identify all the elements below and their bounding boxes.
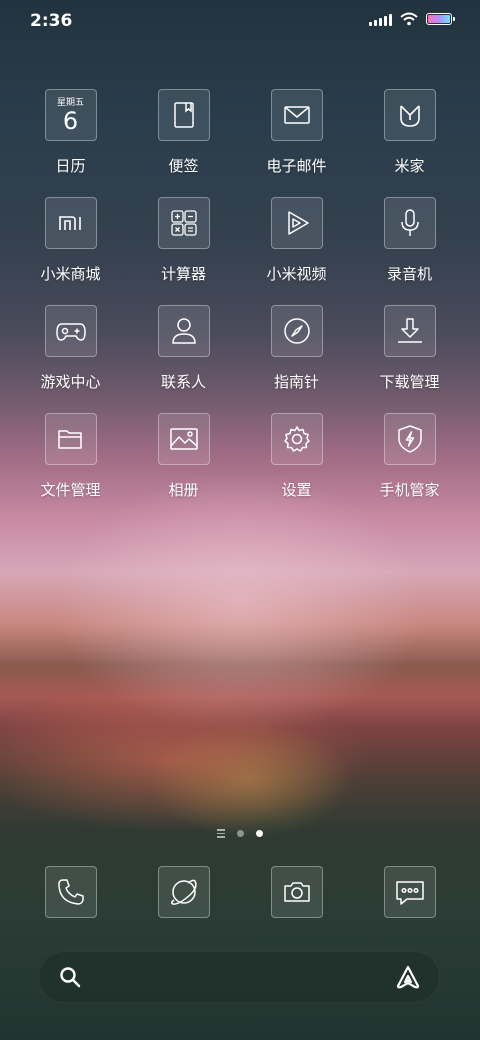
app-label: 游戏中心 — [40, 373, 101, 391]
contact-person-icon — [157, 305, 210, 357]
app-security[interactable]: 手机管家 — [353, 413, 466, 499]
app-file-manager[interactable]: 文件管理 — [14, 413, 127, 499]
calendar-day: 6 — [62, 106, 79, 135]
calendar-weekday: 星期五 — [56, 97, 84, 108]
app-mijia[interactable]: 米家 — [353, 89, 466, 175]
app-label: 小米视频 — [266, 265, 327, 283]
battery-fill — [428, 15, 450, 23]
shield-bolt-icon — [383, 413, 436, 465]
search-icon[interactable] — [58, 965, 82, 989]
app-label: 录音机 — [386, 265, 432, 283]
mi-store-icon — [44, 197, 97, 249]
app-label: 电子邮件 — [266, 157, 327, 175]
app-label: 指南针 — [273, 373, 319, 391]
app-label: 相册 — [168, 481, 199, 499]
status-bar: 2:36 — [0, 0, 480, 44]
signal-icon — [369, 12, 392, 26]
wifi-icon — [400, 12, 418, 26]
dock-browser[interactable] — [127, 866, 240, 918]
app-recorder[interactable]: 录音机 — [353, 197, 466, 283]
app-label: 手机管家 — [379, 481, 440, 499]
download-icon — [383, 305, 436, 357]
app-email[interactable]: 电子邮件 — [240, 89, 353, 175]
app-label: 联系人 — [160, 373, 206, 391]
gear-icon — [270, 413, 323, 465]
app-label: 设置 — [281, 481, 312, 499]
dock-phone[interactable] — [14, 866, 127, 918]
microphone-icon — [383, 197, 436, 249]
dock-messages[interactable] — [353, 866, 466, 918]
app-label: 便签 — [168, 157, 199, 175]
page-dot-2[interactable] — [256, 829, 263, 837]
app-gallery[interactable]: 相册 — [127, 413, 240, 499]
dock — [14, 866, 466, 918]
status-icons — [369, 12, 455, 26]
app-label: 小米商城 — [40, 265, 101, 283]
gallery-icon — [157, 413, 210, 465]
message-icon — [383, 866, 436, 918]
assistant-icon[interactable] — [394, 963, 422, 991]
app-label: 下载管理 — [379, 373, 440, 391]
app-downloads[interactable]: 下载管理 — [353, 305, 466, 391]
search-bar[interactable] — [38, 951, 440, 1003]
camera-icon — [270, 866, 323, 918]
gamepad-icon — [44, 305, 97, 357]
app-label: 计算器 — [160, 265, 206, 283]
app-compass[interactable]: 指南针 — [240, 305, 353, 391]
page-dot-1[interactable] — [237, 829, 244, 837]
browser-planet-icon — [157, 866, 210, 918]
video-play-icon — [270, 197, 323, 249]
clock: 2:36 — [30, 11, 73, 31]
app-label: 米家 — [394, 157, 425, 175]
app-contacts[interactable]: 联系人 — [127, 305, 240, 391]
app-mi-video[interactable]: 小米视频 — [240, 197, 353, 283]
app-game-center[interactable]: 游戏中心 — [14, 305, 127, 391]
calculator-icon — [157, 197, 210, 249]
folder-icon — [44, 413, 97, 465]
compass-icon — [270, 305, 323, 357]
notes-icon — [157, 89, 210, 141]
app-label: 文件管理 — [40, 481, 101, 499]
list-page-icon[interactable] — [217, 829, 225, 838]
app-grid: 星期五 6 日历 便签 电子邮件 米家 小米商城 计算器 小米视频 录音机 游戏… — [14, 89, 466, 499]
app-calendar[interactable]: 星期五 6 日历 — [14, 89, 127, 175]
phone-icon — [44, 866, 97, 918]
battery-icon — [426, 13, 455, 25]
app-notes[interactable]: 便签 — [127, 89, 240, 175]
app-label: 日历 — [55, 157, 86, 175]
app-mi-store[interactable]: 小米商城 — [14, 197, 127, 283]
mijia-icon — [383, 89, 436, 141]
dock-camera[interactable] — [240, 866, 353, 918]
page-indicator — [0, 829, 480, 838]
calendar-icon: 星期五 6 — [44, 89, 97, 141]
app-calculator[interactable]: 计算器 — [127, 197, 240, 283]
app-settings[interactable]: 设置 — [240, 413, 353, 499]
mail-icon — [270, 89, 323, 141]
